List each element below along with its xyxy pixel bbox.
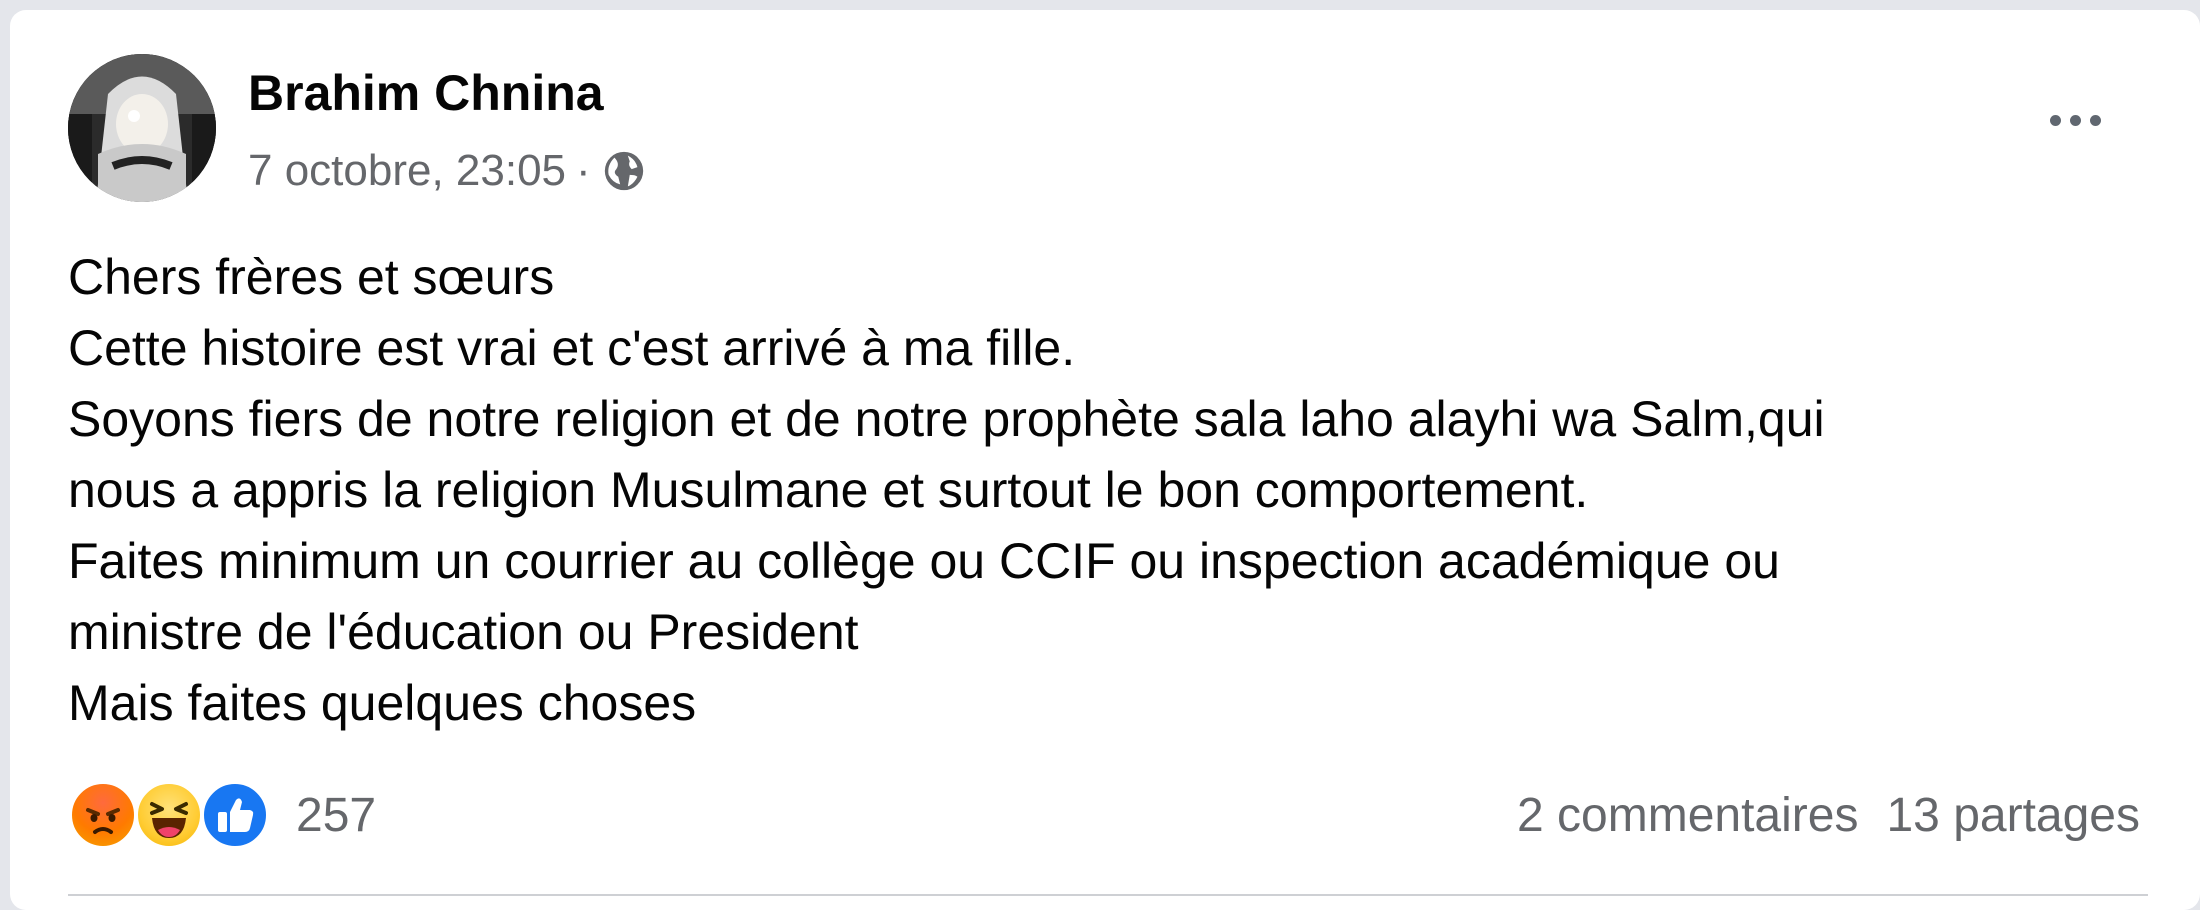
- post-line: Chers frères et sœurs: [68, 249, 555, 305]
- like-reaction-icon: [200, 780, 270, 850]
- post-line: ministre de l'éducation ou President: [68, 604, 859, 660]
- globe-icon[interactable]: [601, 148, 647, 194]
- reactions-summary[interactable]: 257: [68, 780, 376, 850]
- more-options-button[interactable]: [2035, 100, 2115, 140]
- haha-reaction-icon: [134, 780, 204, 850]
- avatar-image: [68, 54, 216, 202]
- author-name[interactable]: Brahim Chnina: [248, 64, 604, 122]
- more-horizontal-icon: [2049, 114, 2061, 126]
- post-timestamp[interactable]: 7 octobre, 23:05: [248, 146, 566, 196]
- post-line: Soyons fiers de notre religion et de not…: [68, 391, 1825, 447]
- post-card: Brahim Chnina 7 octobre, 23:05 · Chers f…: [10, 10, 2200, 910]
- more-dot: [2089, 114, 2101, 126]
- post-line: Mais faites quelques choses: [68, 675, 697, 731]
- comments-count-link[interactable]: 2 commentaires: [1517, 789, 1858, 842]
- more-dot: [2069, 114, 2081, 126]
- shares-count-link[interactable]: 13 partages: [1886, 789, 2140, 842]
- post-meta: 7 octobre, 23:05 ·: [248, 146, 647, 196]
- post-line: Cette histoire est vrai et c'est arrivé …: [68, 320, 1076, 376]
- post-line: nous a appris la religion Musulmane et s…: [68, 462, 1589, 518]
- post-text: Chers frères et sœurs Cette histoire est…: [68, 242, 2148, 739]
- post-line: Faites minimum un courrier au collège ou…: [68, 533, 1780, 589]
- angry-reaction-icon: [68, 780, 138, 850]
- post-stats: 2 commentaires 13 partages: [1517, 788, 2140, 843]
- meta-separator: ·: [576, 146, 591, 195]
- reaction-count: 257: [296, 788, 377, 842]
- avatar[interactable]: [68, 54, 216, 202]
